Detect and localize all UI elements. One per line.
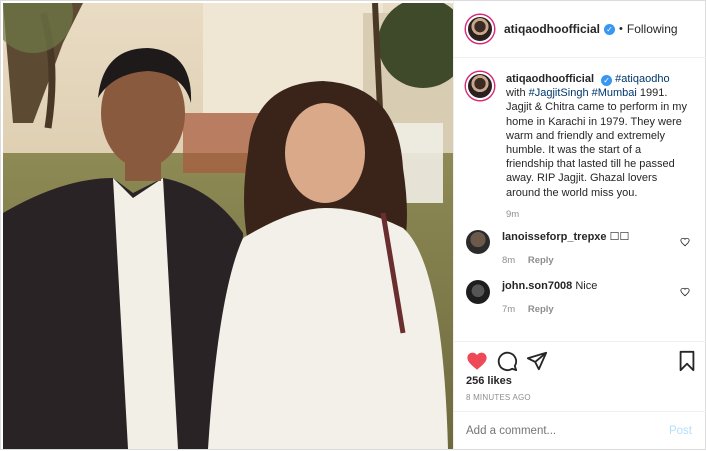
- comment-meta: 7m Reply: [502, 304, 662, 315]
- commenter-username[interactable]: john.son7008: [502, 280, 572, 292]
- share-icon[interactable]: [526, 350, 548, 372]
- caption: atiqaodhoofficial ✓ #atiqaodho with #Jag…: [466, 72, 694, 200]
- commenter-avatar[interactable]: [466, 280, 490, 304]
- comment-item: lanoisseforp_trepxe ☐☐ 8m Reply: [466, 230, 694, 266]
- reply-button[interactable]: Reply: [528, 304, 554, 315]
- likes-count[interactable]: 256 likes: [466, 375, 512, 387]
- caption-text-part-1: with: [506, 87, 529, 100]
- comment-meta: 8m Reply: [502, 255, 662, 266]
- post-comment-button[interactable]: Post: [669, 425, 692, 437]
- comment-text: ☐☐: [609, 231, 630, 243]
- comment-text: Nice: [575, 280, 598, 292]
- instagram-post-modal: atiqaodhoofficial ✓ • Following atiqaodh…: [0, 0, 706, 451]
- author-username[interactable]: atiqaodhoofficial: [504, 22, 600, 36]
- posted-time[interactable]: 8 MINUTES AGO: [466, 393, 531, 402]
- commenter-avatar[interactable]: [466, 230, 490, 254]
- comment-item: john.son7008 Nice 7m Reply: [466, 280, 694, 315]
- comment-time[interactable]: 8m: [502, 255, 515, 266]
- caption-username[interactable]: atiqaodhoofficial: [506, 73, 594, 85]
- comment-like-heart-icon[interactable]: [680, 287, 690, 297]
- heart-filled-icon[interactable]: [466, 350, 488, 372]
- add-comment-input[interactable]: [466, 425, 646, 437]
- header-separator: •: [619, 23, 623, 35]
- post-photo[interactable]: [3, 3, 453, 449]
- caption-avatar[interactable]: [466, 72, 494, 100]
- comment-body: john.son7008 Nice 7m Reply: [502, 280, 662, 315]
- comment-like-heart-icon[interactable]: [680, 237, 690, 247]
- caption-time[interactable]: 9m: [506, 209, 694, 220]
- comment-icon[interactable]: [496, 350, 518, 372]
- commenter-username[interactable]: lanoisseforp_trepxe: [502, 231, 607, 243]
- hashtag-mumbai[interactable]: #Mumbai: [592, 87, 637, 99]
- bookmark-icon[interactable]: [676, 350, 698, 372]
- hashtag-jagjitsingh[interactable]: #JagjitSingh: [529, 87, 589, 99]
- post-header: atiqaodhoofficial ✓ • Following: [454, 1, 706, 58]
- caption-text-part-3: 1991. Jagjit & Chitra came to perform in…: [506, 87, 687, 199]
- add-comment-bar: Post: [454, 411, 706, 451]
- action-bar: [454, 341, 706, 379]
- comment-body: lanoisseforp_trepxe ☐☐ 8m Reply: [502, 230, 662, 266]
- post-side-panel: atiqaodhoofficial ✓ • Following atiqaodh…: [453, 1, 706, 451]
- verified-badge-icon: ✓: [604, 23, 615, 35]
- following-button[interactable]: Following: [627, 22, 678, 36]
- author-avatar[interactable]: [466, 15, 494, 43]
- hashtag-atiqaodho[interactable]: #atiqaodho: [615, 73, 669, 85]
- caption-text: atiqaodhoofficial ✓ #atiqaodho with #Jag…: [506, 72, 690, 200]
- post-photo-image: [3, 3, 453, 449]
- reply-button[interactable]: Reply: [528, 255, 554, 266]
- caption-verified-badge-icon: ✓: [601, 75, 613, 86]
- comment-time[interactable]: 7m: [502, 304, 515, 315]
